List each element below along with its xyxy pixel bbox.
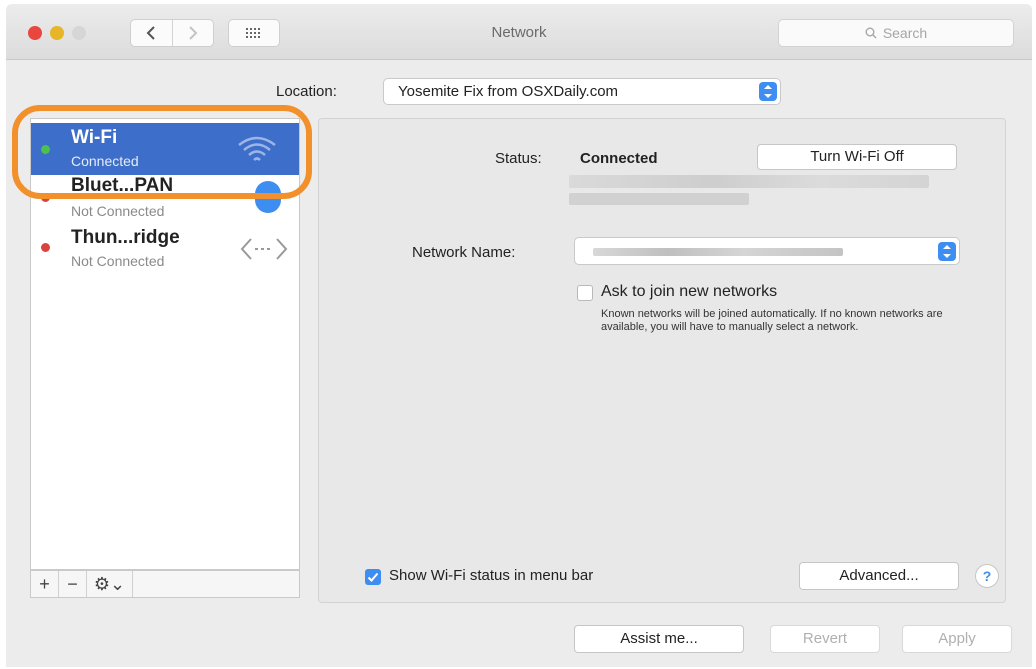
search-field[interactable]: Search <box>778 19 1014 47</box>
apply-button[interactable]: Apply <box>902 625 1012 653</box>
redacted-network-name <box>593 248 843 256</box>
ask-to-join-checkbox[interactable] <box>577 285 593 301</box>
ask-to-join-label: Ask to join new networks <box>601 283 778 300</box>
select-stepper-icon <box>938 242 956 261</box>
service-list-toolbar: + − ⚙⌄ <box>30 570 300 598</box>
remove-service-button[interactable]: − <box>59 571 87 597</box>
assist-me-button[interactable]: Assist me... <box>574 625 744 653</box>
redacted-status-detail <box>569 175 929 188</box>
show-wifi-status-checkbox[interactable] <box>365 569 381 585</box>
add-service-button[interactable]: + <box>31 571 59 597</box>
network-name-select[interactable] <box>574 237 960 265</box>
title-bar: Network Search <box>6 4 1032 60</box>
turn-wifi-off-button[interactable]: Turn Wi-Fi Off <box>757 144 957 170</box>
wifi-detail-panel: Status: Connected Turn Wi-Fi Off Network… <box>318 118 1006 603</box>
redacted-status-detail <box>569 193 749 205</box>
status-label: Status: <box>495 150 542 167</box>
advanced-button[interactable]: Advanced... <box>799 562 959 590</box>
revert-button[interactable]: Revert <box>770 625 880 653</box>
select-stepper-icon <box>759 82 777 101</box>
service-item-thunderbolt-bridge[interactable]: Thun...ridge Not Connected <box>31 227 299 279</box>
service-name: Thun...ridge <box>71 227 180 248</box>
service-status: Not Connected <box>71 253 165 269</box>
status-dot <box>41 243 50 252</box>
status-value: Connected <box>580 150 658 167</box>
location-value: Yosemite Fix from OSXDaily.com <box>398 83 619 100</box>
location-label: Location: <box>276 83 337 100</box>
checkmark-icon <box>367 572 379 582</box>
gear-menu-button[interactable]: ⚙⌄ <box>87 571 133 597</box>
highlight-ring <box>12 105 312 199</box>
network-name-label: Network Name: <box>412 244 516 261</box>
location-select[interactable]: Yosemite Fix from OSXDaily.com <box>383 78 781 105</box>
search-icon <box>865 27 877 39</box>
help-button[interactable]: ? <box>975 564 999 588</box>
service-status: Not Connected <box>71 203 165 219</box>
thunderbolt-bridge-icon <box>240 238 288 260</box>
show-wifi-status-label: Show Wi-Fi status in menu bar <box>389 567 594 584</box>
search-placeholder: Search <box>882 25 928 41</box>
ask-to-join-help-text: Known networks will be joined automatica… <box>601 308 943 333</box>
